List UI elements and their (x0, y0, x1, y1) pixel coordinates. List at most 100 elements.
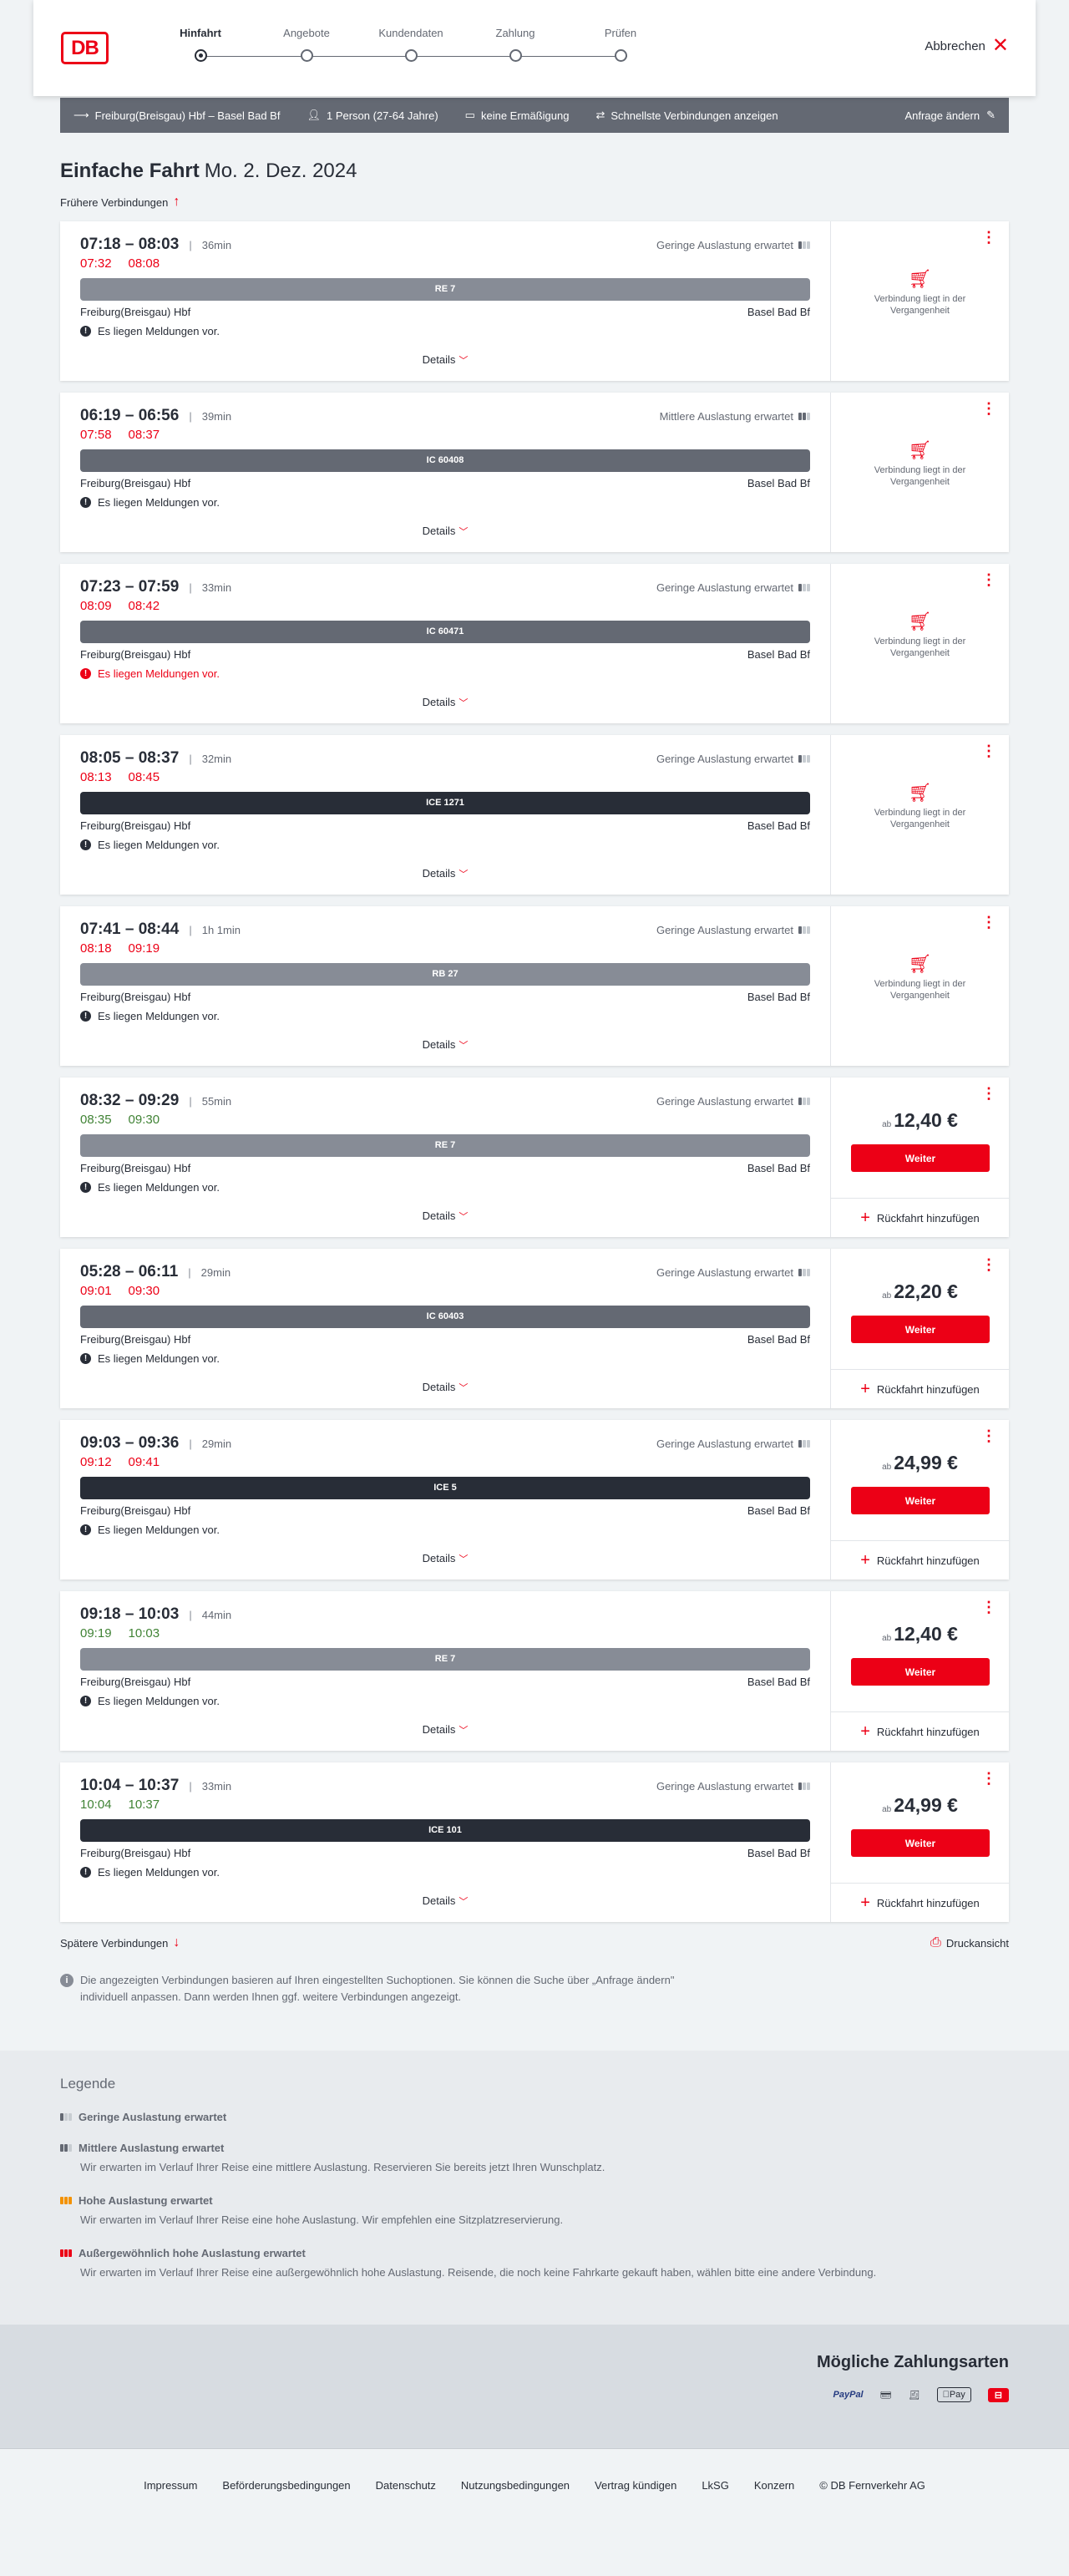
notice-message: ! Es liegen Meldungen vor. (80, 495, 810, 509)
more-options-icon[interactable]: ⋮ (981, 401, 996, 416)
step-dot (509, 49, 522, 62)
train-bar[interactable]: RB 27 (80, 963, 810, 986)
more-options-icon[interactable]: ⋮ (981, 1771, 996, 1786)
connection-card: 07:41 – 08:44 | 1h 1min Geringe Auslastung … (60, 906, 1009, 1066)
footer-link[interactable]: Datenschutz (376, 2479, 436, 2492)
train-bar[interactable]: RE 7 (80, 278, 810, 301)
continue-button[interactable]: Weiter (851, 1316, 990, 1343)
occupancy-high-icon (60, 2197, 72, 2204)
offer-panel: ⋮ ab 22,20 € Weiter + Rückfahrt hinzufügen (831, 1249, 1009, 1408)
planned-times: 09:03 – 09:36 (80, 1434, 180, 1452)
past-line-1: Verbindung liegt in der (874, 294, 966, 304)
train-bar[interactable]: IC 60403 (80, 1306, 810, 1328)
add-return-button[interactable]: + Rückfahrt hinzufügen (831, 1711, 1009, 1751)
more-options-icon[interactable]: ⋮ (981, 1086, 996, 1101)
arrival-station: Basel Bad Bf (747, 1333, 810, 1346)
more-options-icon[interactable]: ⋮ (981, 743, 996, 758)
cancel-button[interactable]: Abbrechen ✕ (925, 36, 1009, 56)
db-logo[interactable]: DB (61, 32, 109, 64)
train-bar[interactable]: RE 7 (80, 1134, 810, 1157)
add-return-button[interactable]: + Rückfahrt hinzufügen (831, 1883, 1009, 1922)
details-toggle[interactable]: Details ﹀ (60, 353, 830, 367)
earlier-connections-link[interactable]: Frühere Verbindungen ↑ (60, 195, 1009, 210)
connection-details: 05:28 – 06:11 | 29min Geringe Auslastung er… (60, 1249, 831, 1408)
continue-button[interactable]: Weiter (851, 1144, 990, 1172)
separator: | (189, 238, 192, 251)
alert-icon: ! (80, 1181, 91, 1193)
change-request-button[interactable]: Anfrage ändern ✎ (904, 109, 996, 122)
later-connections-link[interactable]: Spätere Verbindungen ↓ (60, 1935, 180, 1950)
footer-link[interactable]: Beförderungsbedingungen (222, 2479, 350, 2492)
details-toggle[interactable]: Details ﹀ (60, 1381, 830, 1394)
occupancy-info: Geringe Auslastung erwartet (656, 1095, 810, 1108)
occupancy-info: Geringe Auslastung erwartet (656, 1438, 810, 1450)
notice-text: Es liegen Meldungen vor. (98, 1523, 220, 1536)
connection-card: 09:03 – 09:36 | 29min Geringe Auslastung er… (60, 1420, 1009, 1580)
add-return-label: Rückfahrt hinzufügen (876, 1211, 980, 1225)
departure-station: Freiburg(Breisgau) Hbf (80, 477, 191, 489)
add-return-button[interactable]: + Rückfahrt hinzufügen (831, 1540, 1009, 1580)
train-bar[interactable]: ICE 1271 (80, 792, 810, 814)
add-return-button[interactable]: + Rückfahrt hinzufügen (831, 1369, 1009, 1408)
fastest-text: Schnellste Verbindungen anzeigen (610, 109, 778, 122)
past-line-1: Verbindung liegt in der (874, 979, 966, 989)
realtime-departure: 08:13 (80, 770, 112, 784)
print-view-link[interactable]: ⎙ Druckansicht (930, 1935, 1009, 1950)
invoice-icon: 🧾︎ (908, 2390, 920, 2401)
occupancy-icon (798, 925, 810, 934)
shopping-cart-icon: 🛒︎ (908, 268, 932, 289)
details-toggle[interactable]: Details ﹀ (60, 1209, 830, 1223)
more-options-icon[interactable]: ⋮ (981, 915, 996, 930)
realtime-departure: 09:19 (80, 1626, 112, 1640)
train-bar[interactable]: ICE 5 (80, 1477, 810, 1499)
past-line-1: Verbindung liegt in der (874, 808, 966, 818)
info-note: i Die angezeigten Verbindungen basieren a… (60, 1972, 712, 2006)
details-toggle[interactable]: Details ﹀ (60, 1723, 830, 1737)
details-toggle[interactable]: Details ﹀ (60, 696, 830, 709)
train-bar[interactable]: IC 60408 (80, 449, 810, 472)
details-toggle[interactable]: Details ﹀ (60, 525, 830, 538)
details-label: Details (422, 1209, 456, 1222)
chevron-down-icon: ﹀ (459, 1383, 469, 1393)
train-bar[interactable]: RE 7 (80, 1648, 810, 1671)
legend-item-title: Geringe Auslastung erwartet (79, 2111, 227, 2123)
footer-link[interactable]: Konzern (754, 2479, 794, 2492)
details-label: Details (422, 1894, 456, 1907)
route-text: Freiburg(Breisgau) Hbf – Basel Bad Bf (94, 109, 281, 122)
more-options-icon[interactable]: ⋮ (981, 572, 996, 587)
footer-link[interactable]: Impressum (144, 2479, 197, 2492)
continue-button[interactable]: Weiter (851, 1658, 990, 1686)
occupancy-icon (798, 1268, 810, 1276)
alert-icon: ! (80, 1352, 91, 1364)
continue-button[interactable]: Weiter (851, 1487, 990, 1514)
chevron-down-icon: ﹀ (459, 870, 469, 880)
chevron-down-icon: ﹀ (459, 698, 469, 708)
card-icon: ▭ (464, 109, 475, 121)
footer-link[interactable]: Vertrag kündigen (595, 2479, 676, 2492)
train-bar[interactable]: ICE 101 (80, 1819, 810, 1842)
notice-text: Es liegen Meldungen vor. (98, 1351, 220, 1365)
continue-button[interactable]: Weiter (851, 1829, 990, 1857)
offer-panel: ⋮ ab 24,99 € Weiter + Rückfahrt hinzufügen (831, 1762, 1009, 1922)
more-options-icon[interactable]: ⋮ (981, 1428, 996, 1443)
footer-link[interactable]: LkSG (702, 2479, 729, 2492)
more-options-icon[interactable]: ⋮ (981, 1600, 996, 1615)
footer-link[interactable]: © DB Fernverkehr AG (819, 2479, 925, 2492)
legend-item-medium: Mittlere Auslastung erwartet Wir erwarte… (60, 2142, 1009, 2176)
notice-text: Es liegen Meldungen vor. (98, 667, 220, 680)
add-return-button[interactable]: + Rückfahrt hinzufügen (831, 1198, 1009, 1237)
details-toggle[interactable]: Details ﹀ (60, 1038, 830, 1052)
details-toggle[interactable]: Details ﹀ (60, 867, 830, 880)
train-bar[interactable]: IC 60471 (80, 621, 810, 643)
details-toggle[interactable]: Details ﹀ (60, 1552, 830, 1565)
more-options-icon[interactable]: ⋮ (981, 1257, 996, 1272)
price: ab 24,99 € (831, 1794, 1009, 1817)
add-return-label: Rückfahrt hinzufügen (876, 1382, 980, 1396)
occupancy-text: Geringe Auslastung erwartet (656, 581, 793, 594)
more-options-icon[interactable]: ⋮ (981, 230, 996, 245)
fastest-toggle[interactable]: ⇄ Schnellste Verbindungen anzeigen (595, 109, 778, 122)
details-toggle[interactable]: Details ﹀ (60, 1894, 830, 1908)
offer-panel: ⋮ ab 12,40 € Weiter + Rückfahrt hinzufügen (831, 1078, 1009, 1237)
plus-icon: + (860, 1551, 870, 1569)
footer-link[interactable]: Nutzungsbedingungen (461, 2479, 570, 2492)
